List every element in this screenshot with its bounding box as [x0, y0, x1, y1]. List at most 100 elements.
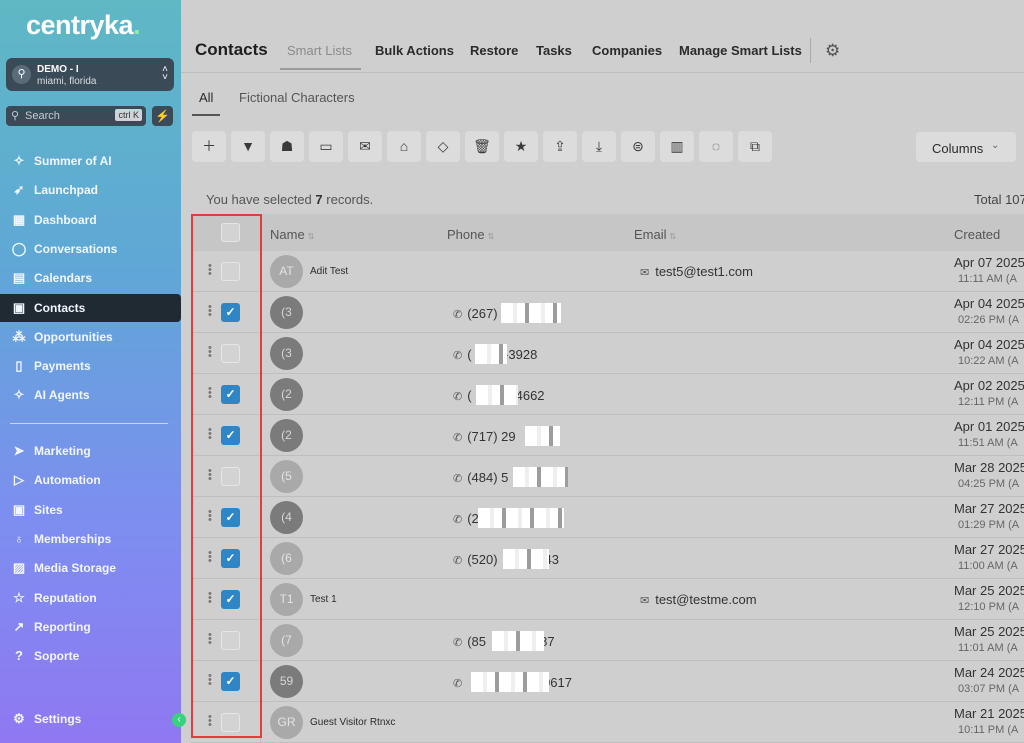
sidebar-item-media-storage[interactable]: ▨ Media Storage — [0, 554, 181, 582]
search-input[interactable]: ⚲ Search ctrl K — [6, 106, 146, 126]
table-row[interactable] — [191, 538, 1024, 579]
export-button[interactable]: ⇪ — [543, 131, 577, 162]
sparkle-icon: ✧ — [13, 153, 25, 168]
tab-tasks[interactable]: Tasks — [536, 43, 572, 58]
mail-icon: ✉ — [640, 267, 650, 279]
phone-icon: ✆ — [453, 555, 463, 567]
avatar[interactable]: AT — [270, 255, 303, 288]
account-switcher[interactable]: ⚲ DEMO - I miami, florida ˄ ˅ — [6, 58, 174, 91]
columns-dropdown[interactable]: Columns ⌄ — [916, 132, 1016, 162]
delete-button[interactable]: 🗑 — [465, 131, 499, 162]
import-button[interactable]: ⤓ — [582, 131, 616, 162]
quick-action-bolt-icon[interactable]: ⚡ — [152, 106, 173, 126]
contact-name[interactable]: Guest Visitor Rtnxc — [310, 717, 395, 728]
sidebar-item-soporte[interactable]: ? Soporte — [0, 642, 181, 670]
company-button[interactable]: ▥ — [660, 131, 694, 162]
sidebar-item-opportunities[interactable]: ⁂ Opportunities — [0, 323, 181, 351]
column-label: Created — [954, 227, 1001, 242]
subtab-all[interactable]: All — [199, 90, 213, 105]
column-header-email[interactable]: Email ⇅ — [634, 227, 676, 242]
avatar[interactable]: (5 — [270, 460, 303, 493]
avatar[interactable]: T1 — [270, 583, 303, 616]
email-button[interactable]: ✉ — [348, 131, 382, 162]
column-header-created[interactable]: Created — [954, 227, 1000, 242]
remove-tag-button[interactable]: ◇ — [426, 131, 460, 162]
contact-phone[interactable]: ✆ (484) 5 — [453, 470, 508, 485]
avatar[interactable]: (3 — [270, 337, 303, 370]
sms-button[interactable]: ▭ — [309, 131, 343, 162]
logo[interactable]: centryka. — [26, 10, 141, 41]
table-row[interactable] — [191, 333, 1024, 374]
avatar[interactable]: GR — [270, 706, 303, 739]
contact-email[interactable]: ✉ test@testme.com — [640, 592, 757, 607]
checkbox-column-highlight — [191, 214, 262, 738]
redacted-phone-digits — [503, 549, 549, 569]
avatar[interactable]: (4 — [270, 501, 303, 534]
tab-smart-lists[interactable]: Smart Lists — [287, 43, 352, 58]
column-header-name[interactable]: Name ⇅ — [270, 227, 314, 242]
review-request-button[interactable]: ★ — [504, 131, 538, 162]
contact-name[interactable]: Adit Test — [310, 266, 348, 277]
sidebar-item-settings[interactable]: ⚙ Settings — [0, 705, 181, 733]
sidebar-item-contacts[interactable]: ▣ Contacts — [0, 293, 181, 322]
download-icon: ⤓ — [595, 138, 603, 154]
avatar[interactable]: (2 — [270, 378, 303, 411]
created-time: 01:29 PM (A — [958, 519, 1020, 531]
sidebar-item-conversations[interactable]: ◯ Conversations — [0, 235, 181, 263]
sidebar-item-automation[interactable]: ▷ Automation — [0, 466, 181, 494]
tab-manage-smart-lists[interactable]: Manage Smart Lists — [679, 43, 802, 58]
sidebar-item-payments[interactable]: ▯ Payments — [0, 352, 181, 380]
add-contact-button[interactable]: ＋ — [192, 131, 226, 162]
contact-name[interactable]: Test 1 — [310, 594, 337, 605]
table-row[interactable] — [191, 497, 1024, 538]
avatar[interactable]: 59 — [270, 665, 303, 698]
table-row[interactable] — [191, 661, 1024, 702]
table-row[interactable] — [191, 374, 1024, 415]
tab-restore[interactable]: Restore — [470, 43, 518, 58]
search-placeholder: Search — [25, 110, 60, 122]
subtab-fictional-characters[interactable]: Fictional Characters — [239, 90, 355, 105]
filter-button[interactable]: ▼ — [231, 131, 265, 162]
whatsapp-button[interactable]: ◌ — [699, 131, 733, 162]
sidebar-item-label: Payments — [34, 359, 91, 374]
sidebar-item-calendars[interactable]: ▤ Calendars — [0, 264, 181, 292]
tab-companies[interactable]: Companies — [592, 43, 662, 58]
merge-button[interactable]: ⊜ — [621, 131, 655, 162]
sidebar-item-launchpad[interactable]: ➶ Launchpad — [0, 176, 181, 204]
avatar[interactable]: (2 — [270, 419, 303, 452]
contact-phone[interactable]: ✆ (717) 29 — [453, 429, 516, 444]
sidebar-item-ai-agents[interactable]: ✧ AI Agents — [0, 381, 181, 409]
collapse-sidebar-icon[interactable]: ‹ — [172, 713, 186, 727]
contact-email[interactable]: ✉ test5@test1.com — [640, 264, 753, 279]
table-row[interactable] — [191, 292, 1024, 333]
created-time: 10:11 PM (A — [958, 724, 1019, 736]
sidebar-item-marketing[interactable]: ➤ Marketing — [0, 437, 181, 465]
table-row[interactable] — [191, 456, 1024, 497]
table-row[interactable] — [191, 620, 1024, 661]
settings-gear-icon[interactable]: ⚙ — [825, 41, 840, 61]
table-row[interactable] — [191, 415, 1024, 456]
building-icon: ▥ — [670, 138, 684, 154]
sidebar-item-summer-of-ai[interactable]: ✧ Summer of AI — [0, 147, 181, 175]
account-location: miami, florida — [37, 76, 97, 87]
sidebar-item-reputation[interactable]: ☆ Reputation — [0, 584, 181, 612]
automation-button[interactable]: ☗ — [270, 131, 304, 162]
sidebar-item-sites[interactable]: ▣ Sites — [0, 496, 181, 524]
email-text: test5@test1.com — [655, 264, 753, 279]
duplicate-button[interactable]: ⧉ — [738, 131, 772, 162]
contact-phone[interactable]: ✆ (267) — [453, 306, 498, 321]
sidebar-item-dashboard[interactable]: ▦ Dashboard — [0, 206, 181, 234]
page-title: Contacts — [195, 40, 268, 59]
tab-bulk-actions[interactable]: Bulk Actions — [375, 43, 454, 58]
add-tag-button[interactable]: ⌂ — [387, 131, 421, 162]
created-date: Apr 01 2025 — [954, 419, 1024, 434]
avatar[interactable]: (3 — [270, 296, 303, 329]
sidebar-item-label: Sites — [34, 502, 63, 517]
avatar[interactable]: (7 — [270, 624, 303, 657]
sidebar-item-memberships[interactable]: ♁ Memberships — [0, 525, 181, 553]
sidebar-item-reporting[interactable]: ↗ Reporting — [0, 613, 181, 641]
phone-icon: ✆ — [453, 637, 463, 649]
avatar[interactable]: (6 — [270, 542, 303, 575]
column-header-phone[interactable]: Phone ⇅ — [447, 227, 494, 242]
created-date: Mar 21 2025 — [954, 706, 1024, 721]
